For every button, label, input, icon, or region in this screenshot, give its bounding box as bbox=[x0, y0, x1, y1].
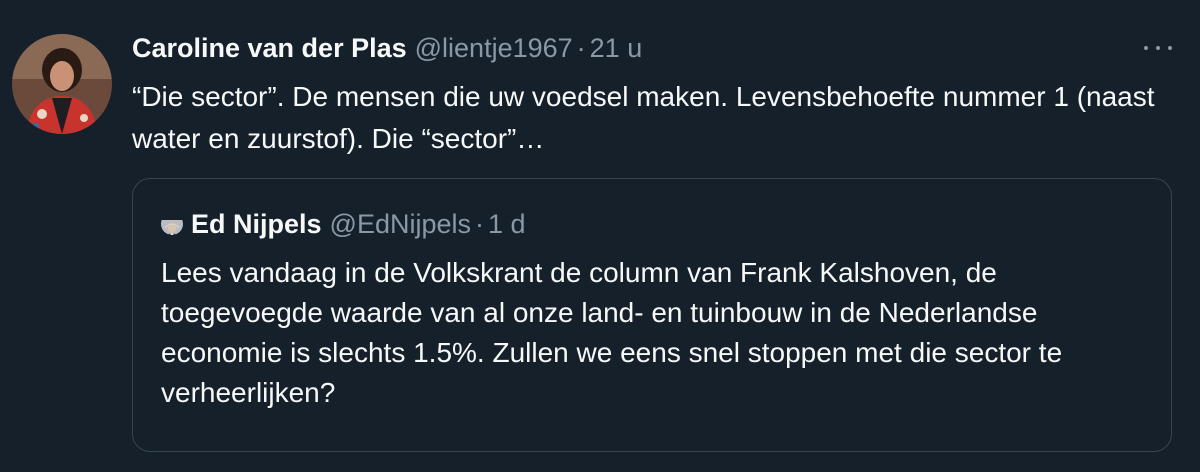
quoted-tweet-text: Lees vandaag in de Volkskrant de column … bbox=[161, 257, 1063, 408]
quoted-tweet-timestamp[interactable]: 1 d bbox=[488, 204, 526, 244]
quoted-tweet-card[interactable]: Ed Nijpels @EdNijpels · 1 d Lees vandaag… bbox=[132, 178, 1172, 452]
quoted-author-handle[interactable]: @EdNijpels bbox=[330, 204, 471, 244]
author-name[interactable]: Caroline van der Plas bbox=[132, 28, 407, 68]
author-handle[interactable]: @lientje1967 bbox=[415, 28, 573, 68]
quoted-author-name[interactable]: Ed Nijpels bbox=[191, 204, 322, 244]
tweet-header: Caroline van der Plas @lientje1967 · 21 … bbox=[132, 28, 642, 68]
quoted-avatar-image bbox=[161, 220, 183, 235]
tweet-timestamp[interactable]: 21 u bbox=[590, 28, 643, 68]
header-separator: · bbox=[576, 33, 586, 63]
author-avatar[interactable] bbox=[12, 34, 112, 134]
tweet-text: “Die sector”. De mensen die uw voedsel m… bbox=[132, 81, 1155, 154]
more-horizontal-icon[interactable] bbox=[1144, 36, 1172, 60]
more-dot bbox=[1168, 46, 1172, 50]
more-dot bbox=[1156, 46, 1160, 50]
avatar-image bbox=[12, 34, 112, 134]
quoted-author-avatar bbox=[161, 213, 183, 235]
quoted-header-separator: · bbox=[475, 209, 484, 239]
more-dot bbox=[1144, 46, 1148, 50]
quoted-tweet-header: Ed Nijpels @EdNijpels · 1 d bbox=[161, 204, 526, 244]
tweet[interactable]: Caroline van der Plas @lientje1967 · 21 … bbox=[0, 0, 1200, 472]
